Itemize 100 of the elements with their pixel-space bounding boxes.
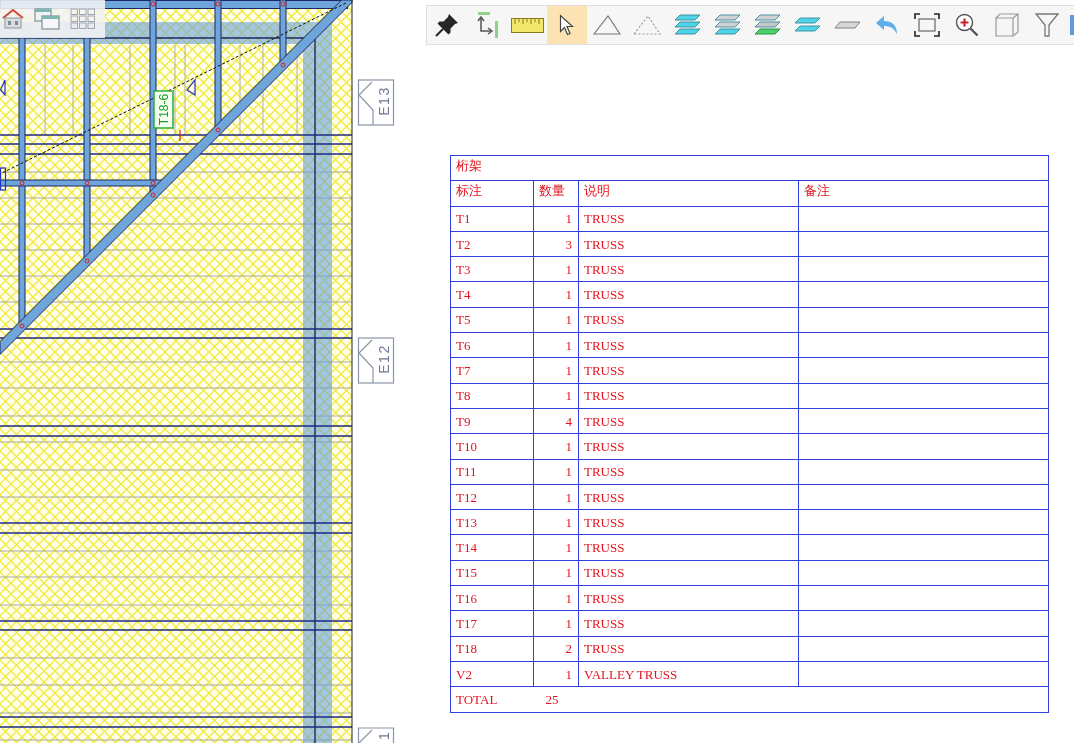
table-cell: T4 — [450, 282, 534, 308]
table-cell: T6 — [450, 332, 534, 358]
zoom-in-icon — [955, 13, 979, 37]
table-cell: V2 — [450, 661, 534, 687]
table-cell: TRUSS — [578, 357, 799, 384]
table-cell: 1 — [533, 282, 579, 308]
table-cell: T18 — [450, 636, 534, 662]
elevation-marker: E12 — [357, 337, 395, 384]
table-cell: VALLEY TRUSS — [578, 661, 799, 687]
table-cell: T14 — [450, 534, 534, 561]
table-cell: T15 — [450, 560, 534, 586]
table-cell: 1 — [533, 509, 579, 535]
joint-marker — [280, 1, 286, 7]
node-box — [0, 167, 7, 191]
layers-icon — [713, 14, 741, 36]
table-cell: T12 — [450, 484, 534, 510]
pointer-tool-button[interactable] — [547, 6, 587, 44]
dashed-triangle-icon — [633, 15, 661, 35]
grid-icon — [70, 8, 96, 30]
table-cell: TRUSS — [578, 585, 799, 611]
table-cell: TRUSS — [578, 636, 799, 662]
box-icon — [995, 13, 1019, 37]
table-cell: T5 — [450, 307, 534, 333]
layers-icon — [673, 14, 701, 36]
joint-marker — [84, 180, 90, 186]
joint-marker — [150, 1, 156, 7]
ruler-icon — [510, 17, 544, 33]
joint-marker — [215, 1, 221, 7]
table-cell: 4 — [533, 408, 579, 434]
column-header: 备注 — [798, 180, 1049, 207]
joint-marker — [280, 62, 286, 68]
table-cell: T10 — [450, 433, 534, 460]
table-cell: 1 — [533, 307, 579, 333]
tick-mark — [179, 129, 181, 142]
table-cell: TRUSS — [578, 256, 799, 282]
table-cell: TRUSS — [578, 206, 799, 232]
table-cell: 1 — [533, 560, 579, 586]
planes-icon — [793, 17, 821, 33]
table-cell: T2 — [450, 231, 534, 257]
pointer-icon — [559, 14, 575, 36]
tool-icon — [1070, 15, 1074, 35]
joint-marker — [19, 323, 25, 329]
table-cell: T11 — [450, 459, 534, 485]
table-cell: TRUSS — [578, 307, 799, 333]
triangle-marker-icon — [0, 79, 6, 97]
table-cell: 1 — [533, 585, 579, 611]
elevation-marker: E13 — [357, 79, 395, 126]
fit-frame-icon — [914, 13, 940, 37]
corner-arrow-icon — [475, 12, 499, 38]
table-cell: T8 — [450, 383, 534, 409]
house-icon — [2, 9, 24, 29]
table-cell: TRUSS — [578, 433, 799, 460]
table-cell: T17 — [450, 610, 534, 637]
column-header: 说明 — [578, 180, 799, 207]
table-cell: 1 — [533, 206, 579, 232]
table-cell: T1 — [450, 206, 534, 232]
table-cell: T16 — [450, 585, 534, 611]
table-cell: 1 — [533, 661, 579, 687]
table-cell: T13 — [450, 509, 534, 535]
table-cell: TRUSS — [578, 560, 799, 586]
total-label: TOTAL — [450, 686, 534, 713]
joint-marker — [19, 180, 25, 186]
truss-tag: T18-6 — [153, 90, 174, 129]
table-cell: 1 — [533, 256, 579, 282]
table-cell: TRUSS — [578, 332, 799, 358]
column-header: 标注 — [450, 180, 534, 207]
table-cell: 1 — [533, 610, 579, 637]
table-cell: TRUSS — [578, 484, 799, 510]
table-cell: 1 — [533, 332, 579, 358]
joint-marker — [150, 180, 156, 186]
triangle-marker-icon — [186, 78, 196, 97]
joint-marker — [84, 258, 90, 264]
filter-icon — [1035, 13, 1059, 37]
table-cell: TRUSS — [578, 408, 799, 434]
windows-icon — [34, 8, 60, 30]
table-cell: T9 — [450, 408, 534, 434]
plane-icon — [833, 21, 861, 29]
table-cell: TRUSS — [578, 231, 799, 257]
column-header: 数量 — [533, 180, 579, 207]
joint-marker — [215, 127, 221, 133]
table-cell: T3 — [450, 256, 534, 282]
table-cell: 1 — [533, 383, 579, 409]
pin-icon — [435, 13, 459, 37]
total-value: 25 — [533, 686, 1049, 713]
table-cell: 1 — [533, 459, 579, 485]
table-cell: 1 — [533, 433, 579, 460]
table-cell: TRUSS — [578, 610, 799, 637]
table-cell: 1 — [533, 484, 579, 510]
table-title: 桁架 — [450, 155, 1049, 181]
table-cell: TRUSS — [578, 282, 799, 308]
table-cell: T7 — [450, 357, 534, 384]
table-cell: 1 — [533, 357, 579, 384]
table-cell: TRUSS — [578, 509, 799, 535]
layers-icon — [753, 14, 781, 36]
undo-icon — [875, 15, 899, 35]
table-cell: TRUSS — [578, 383, 799, 409]
table-cell: 1 — [533, 534, 579, 561]
triangle-icon — [593, 15, 621, 35]
table-cell: TRUSS — [578, 459, 799, 485]
joint-marker — [150, 192, 156, 198]
